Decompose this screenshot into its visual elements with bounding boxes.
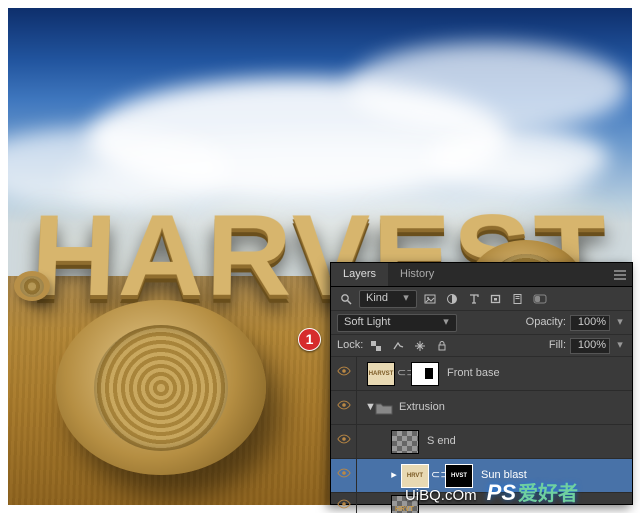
link-icon[interactable]: ⊂⊃ xyxy=(397,367,409,380)
visibility-toggle[interactable] xyxy=(331,391,357,424)
eye-icon xyxy=(337,432,351,450)
eye-icon xyxy=(337,364,351,382)
tab-layers[interactable]: Layers xyxy=(331,263,388,286)
mask-thumbnail[interactable] xyxy=(411,362,439,386)
folder-icon xyxy=(375,399,393,417)
panel-tabs: Layers History xyxy=(331,263,632,287)
svg-text:HRVT: HRVT xyxy=(395,506,415,513)
filter-row: Kind ▾ xyxy=(331,287,632,311)
lock-label: Lock: xyxy=(337,339,363,352)
opacity-label: Opacity: xyxy=(526,316,566,329)
panel-menu-icon[interactable] xyxy=(608,263,632,286)
link-icon[interactable]: ⊂⊃ xyxy=(431,469,443,482)
layer-thumbnail[interactable] xyxy=(391,430,419,454)
blend-row: Soft Light ▾ Opacity: 100% ▾ xyxy=(331,311,632,335)
chevron-down-icon[interactable]: ▾ xyxy=(614,339,626,352)
fill-label: Fill: xyxy=(549,339,566,352)
lock-position-icon[interactable] xyxy=(411,337,429,355)
watermark-url: UiBQ.cOm xyxy=(405,488,477,503)
chevron-down-icon: ▾ xyxy=(400,292,412,305)
lock-pixels-icon[interactable] xyxy=(389,337,407,355)
visibility-toggle[interactable] xyxy=(331,493,357,513)
layer-group-row[interactable]: ▼ Extrusion xyxy=(331,391,632,425)
layer-row[interactable]: HARVST ⊂⊃ Front base xyxy=(331,357,632,391)
lock-all-icon[interactable] xyxy=(433,337,451,355)
watermark: UiBQ.cOm PS 爱好者 xyxy=(405,482,578,504)
cloud xyxy=(348,43,628,133)
search-icon[interactable] xyxy=(337,290,355,308)
filter-pixel-icon[interactable] xyxy=(421,290,439,308)
lock-transparency-icon[interactable] xyxy=(367,337,385,355)
hay-bale xyxy=(56,300,266,475)
filter-kind-select[interactable]: Kind ▾ xyxy=(359,290,417,308)
filter-kind-label: Kind xyxy=(366,292,388,305)
filter-toggle-icon[interactable] xyxy=(531,290,549,308)
fill-value[interactable]: 100% xyxy=(570,338,610,354)
disclosure-triangle-icon[interactable]: ▸ xyxy=(389,469,399,482)
watermark-cn: 爱好者 xyxy=(518,484,578,504)
layer-name[interactable]: S end xyxy=(421,435,456,448)
layers-panel: Layers History Kind ▾ xyxy=(330,262,633,505)
layer-name[interactable]: Front base xyxy=(441,367,500,380)
blend-mode-select[interactable]: Soft Light ▾ xyxy=(337,314,457,332)
eye-icon xyxy=(337,466,351,484)
filter-type-icon[interactable] xyxy=(465,290,483,308)
eye-icon xyxy=(337,497,351,513)
layer-row[interactable]: S end xyxy=(331,425,632,459)
lock-row: Lock: Fill: 100% ▾ xyxy=(331,335,632,357)
visibility-toggle[interactable] xyxy=(331,459,357,492)
blend-mode-value: Soft Light xyxy=(344,316,390,329)
step-callout-1: 1 xyxy=(298,328,321,351)
layer-name[interactable]: Extrusion xyxy=(393,401,445,414)
tab-history[interactable]: History xyxy=(388,263,446,286)
watermark-prefix: PS xyxy=(487,482,516,504)
chevron-down-icon: ▾ xyxy=(440,316,452,329)
layer-thumbnail[interactable]: HARVST xyxy=(367,362,395,386)
chevron-down-icon[interactable]: ▾ xyxy=(614,316,626,329)
filter-adjustment-icon[interactable] xyxy=(443,290,461,308)
filter-shape-icon[interactable] xyxy=(487,290,505,308)
disclosure-triangle-icon[interactable]: ▼ xyxy=(365,401,375,414)
eye-icon xyxy=(337,398,351,416)
filter-smart-icon[interactable] xyxy=(509,290,527,308)
visibility-toggle[interactable] xyxy=(331,425,357,458)
visibility-toggle[interactable] xyxy=(331,357,357,390)
opacity-value[interactable]: 100% xyxy=(570,315,610,331)
